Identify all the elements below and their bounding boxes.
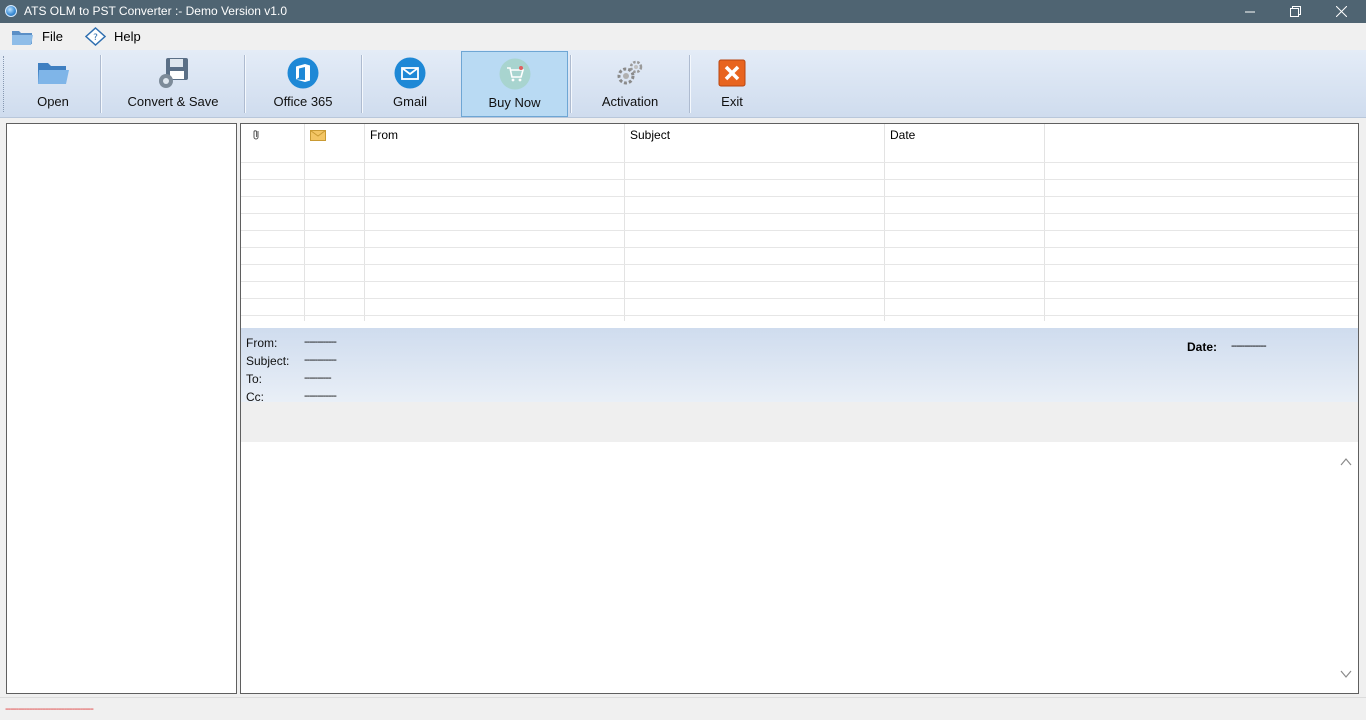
office365-icon [287,57,319,89]
column-from[interactable]: From [364,124,624,146]
exit-icon [718,59,746,87]
toolbar-separator [689,55,691,113]
gmail-button[interactable]: Gmail [365,51,455,117]
scroll-down-icon [1340,670,1352,678]
gears-icon [617,60,643,85]
table-row[interactable] [241,214,1358,231]
date-value: ------------- [1231,340,1267,352]
status-text: --------------------------------- [5,703,94,715]
office365-label: Office 365 [273,94,333,109]
scroll-up-icon [1340,458,1352,466]
office365-button[interactable]: Office 365 [248,51,358,117]
mail-body-viewer[interactable] [241,442,1358,693]
message-list[interactable]: From Subject Date [241,124,1358,328]
table-row[interactable] [241,299,1358,316]
table-row[interactable] [241,180,1358,197]
status-bar: --------------------------------- [0,697,1366,720]
table-row[interactable] [241,163,1358,180]
open-label: Open [37,94,69,109]
open-folder-icon [38,63,69,84]
envelope-icon [310,129,326,141]
column-date[interactable]: Date [884,124,1044,146]
table-row[interactable] [241,146,1358,163]
gmail-icon [394,57,426,89]
save-disk-icon [159,58,188,88]
close-button[interactable] [1318,0,1364,23]
toolbar-separator [570,55,572,113]
restore-button[interactable] [1272,0,1318,23]
title-bar: ATS OLM to PST Converter :- Demo Version… [0,0,1366,23]
toolbar-separator [100,55,102,113]
cc-value: ------------ [304,390,337,402]
folder-tree-panel[interactable] [6,123,237,694]
table-row[interactable] [241,197,1358,214]
toolbar-separator [361,55,363,113]
shopping-cart-icon [499,58,530,90]
table-row[interactable] [241,265,1358,282]
attachment-strip [241,402,1358,442]
open-button[interactable]: Open [8,51,98,117]
activation-button[interactable]: Activation [574,51,686,117]
table-row[interactable] [241,248,1358,265]
menu-file-label: File [42,29,63,44]
from-label: From: [246,336,278,350]
date-label: Date: [1187,340,1218,354]
toolbar-separator [244,55,246,113]
buy-now-button[interactable]: Buy Now [461,51,568,117]
menu-bar: File ? Help [0,23,1366,50]
help-icon: ? [85,27,106,46]
menu-help[interactable]: ? Help [85,23,141,50]
minimize-button[interactable] [1227,0,1273,23]
activation-label: Activation [601,94,659,109]
convert-save-button[interactable]: Convert & Save [104,51,242,117]
toolbar-grip [3,56,5,112]
column-read-status[interactable] [304,124,364,146]
folder-icon [12,30,33,45]
subject-value: ------------ [304,354,337,366]
table-row[interactable] [241,282,1358,299]
exit-button[interactable]: Exit [693,51,771,117]
convert-save-label: Convert & Save [127,94,219,109]
message-list-header: From Subject Date [241,124,1358,146]
paperclip-icon [253,130,259,140]
column-attachment[interactable] [241,124,304,146]
menu-file[interactable]: File [11,23,63,50]
buy-now-label: Buy Now [488,95,541,110]
gmail-label: Gmail [393,94,427,109]
toolbar: Open Convert & Save Office 365 Gmail Buy… [0,50,1366,118]
subject-label: Subject: [246,354,290,368]
close-icon [1335,6,1347,17]
mail-header: From: ------------ Subject: ------------… [241,328,1358,404]
from-value: ------------ [304,336,337,348]
window-title: ATS OLM to PST Converter :- Demo Version… [24,4,287,18]
column-subject[interactable]: Subject [624,124,884,146]
restore-icon [1289,6,1301,17]
table-row[interactable] [241,231,1358,248]
svg-text:?: ? [93,33,98,43]
to-label: To: [246,372,263,386]
to-value: ---------- [304,372,332,384]
exit-label: Exit [721,94,743,109]
menu-help-label: Help [114,29,141,44]
app-icon [5,5,17,17]
minimize-icon [1245,11,1255,12]
message-panel: From Subject Date From: ------------ Sub… [240,123,1359,694]
